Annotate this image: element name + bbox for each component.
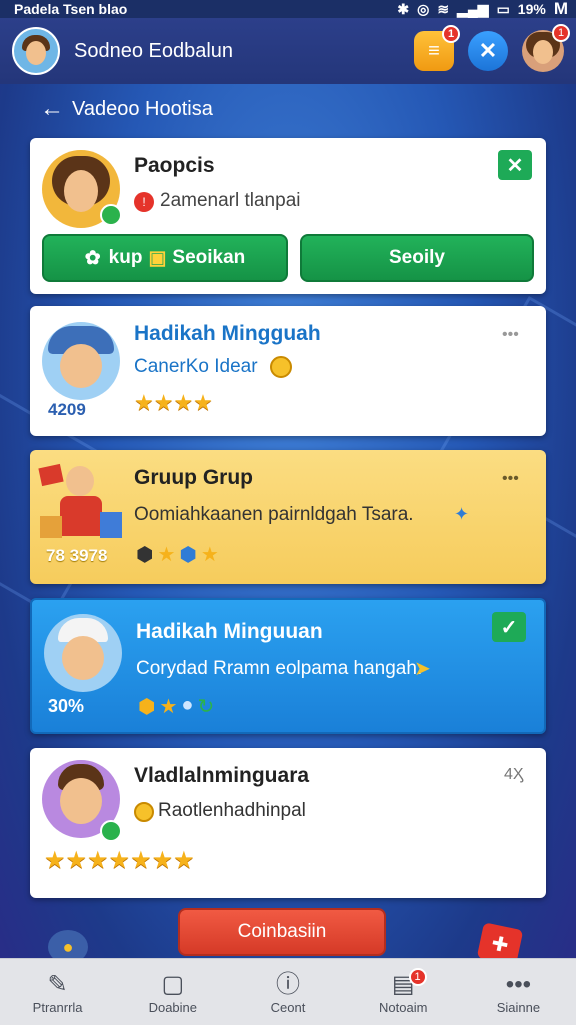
group-count: 78 3978 [46,546,108,565]
continue-button[interactable]: Coinbasiin [178,908,386,956]
more-icon[interactable]: ••• [502,326,519,344]
star-icon: ★ [159,696,178,718]
status-left-text: Padela Tsen blao [14,1,128,17]
battery-icon: ▭ [496,0,510,17]
close-icon: ✕ [506,154,524,177]
rating-stars: ★★★★★★★ [44,847,195,874]
rating-stars: ★★★★ [134,390,213,415]
card-title: Gruup Grup [134,466,253,489]
star-icon: ★ [157,544,176,566]
group-illustration [38,460,122,542]
card-subtitle: Corydad Rramn eolpama hangah. [136,658,423,679]
progress-percent: 30% [48,696,85,716]
alarm-icon: ◎ [417,0,430,17]
coin-icon: ▣ [148,247,167,269]
online-indicator-icon [100,820,122,842]
wifi-icon: ≋ [437,0,450,17]
join-button[interactable]: ✿ kup ▣ Seoikan [42,234,288,282]
continue-button-label: Coinbasiin [237,921,327,942]
complete-button[interactable]: ✓ [492,612,526,642]
card-subtitle: Oomiahkaanen pairnldgah Tsara. [134,504,414,525]
weekly-card[interactable]: Hadikah Minguuan Corydad Rramn eolpama h… [30,598,546,734]
tab-siainne[interactable]: ••• Siainne [461,959,576,1025]
carrier-label: M [553,0,568,18]
user-avatar[interactable] [12,27,60,75]
shield-icon: ⬢ [136,544,154,566]
signal-icon: ▂▄▆ [457,0,489,17]
corner-label: 4Ӽ [504,766,524,783]
notification-badge: 1 [442,25,460,43]
tab-badge: 1 [408,967,427,986]
tab-label: Ceont [270,999,306,1015]
coin-icon [134,802,154,822]
back-navigation[interactable]: ← Vadeoo Hootisa [40,94,213,124]
shield-icon: ⬢ [138,696,156,718]
tab-label: Ptranrrla [32,999,83,1015]
square-icon: ▢ [161,970,185,998]
tab-ptranrrla[interactable]: ✎ Ptranrrla [0,959,115,1025]
bottom-tab-bar: ✎ Ptranrrla ▢ Doabine ⓘ Ceont ▤ 1 Notoaim… [0,958,576,1025]
card-title: Hadikah Minguuan [136,620,323,643]
tab-label: Siainne [496,999,541,1015]
card-title: Paopcis [134,154,215,177]
status-bar: Padela Tsen blao ✱ ◎ ≋ ▂▄▆ ▭ 19% M [0,0,576,18]
rewards-button[interactable]: ≡ 1 [414,25,460,71]
card-subtitle: 2amenarl tlanpai [160,190,301,211]
star-icon: ★ [200,544,219,566]
notes-icon: ▤ 1 [392,967,427,1000]
reward-card[interactable]: Hadikah Mingguah CanerKo Idear 4209 ★★★★… [30,306,546,436]
cursor-icon: ➤ [414,658,431,680]
share-button[interactable]: Seoily [300,234,534,282]
star-spark-icon: ✦ [454,504,470,524]
tab-label: Doabine [148,999,198,1015]
app-bar: Sodneo Eodbalun ≡ 1 ✕ 1 [0,18,576,84]
back-arrow-icon: ← [40,95,64,122]
battery-level: 19% [517,1,546,17]
tab-doabine[interactable]: ▢ Doabine [115,959,230,1025]
weekly-avatar [44,614,122,692]
gem-icon: ● [181,694,194,716]
info-icon: ⓘ [276,970,300,998]
leaderboard-card[interactable]: Vladlalnminguara Raotlenhadhinpal 4Ӽ ★★★… [30,748,546,898]
dismiss-button[interactable]: ✕ [498,150,532,180]
gem-icon: ⬢ [179,544,197,566]
online-indicator-icon [100,204,122,226]
tab-label: Notoaim [379,999,428,1015]
tab-notoaim[interactable]: ▤ 1 Notoaim [346,959,461,1025]
subheader-label: Vadeoo Hootisa [72,97,213,120]
badge-icons: ⬢ ★ ⬢ ★ [136,542,219,567]
close-button[interactable]: ✕ [468,31,508,71]
tab-ceont[interactable]: ⓘ Ceont [230,959,345,1025]
check-icon: ✓ [500,616,518,639]
app-title: Sodneo Eodbalun [74,39,234,62]
alert-icon: ! [134,192,154,212]
join-button-extra: Seoikan [172,247,246,268]
gift-icon: ≡ [428,39,440,62]
share-button-label: Seoily [389,247,445,268]
badge-icons: ⬢ ★ ● ↻ [138,694,214,719]
card-subtitle: CanerKo Idear [134,356,258,377]
more-icon: ••• [505,970,532,998]
reward-count: 4209 [48,400,86,419]
coin-icon [270,356,292,378]
more-icon[interactable]: ••• [502,470,519,488]
friend-badge: 1 [552,24,570,42]
edit-icon: ✎ [47,970,68,998]
join-button-label: kup [108,247,143,268]
profile-card[interactable]: Paopcis ! 2amenarl tlanpai ✕ ✿ kup ▣ Seo… [30,138,546,294]
bluetooth-icon: ✱ [397,0,410,17]
reward-avatar [42,322,120,400]
leaf-icon: ✿ [84,247,101,269]
refresh-icon: ↻ [197,696,215,718]
group-card[interactable]: Gruup Grup Oomiahkaanen pairnldgah Tsara… [30,450,546,584]
card-title: Hadikah Mingguah [134,322,321,345]
card-subtitle: Raotlenhadhinpal [158,800,306,821]
friend-avatar[interactable]: 1 [522,24,570,72]
card-title: Vladlalnminguara [134,764,310,787]
close-icon: ✕ [478,38,498,63]
